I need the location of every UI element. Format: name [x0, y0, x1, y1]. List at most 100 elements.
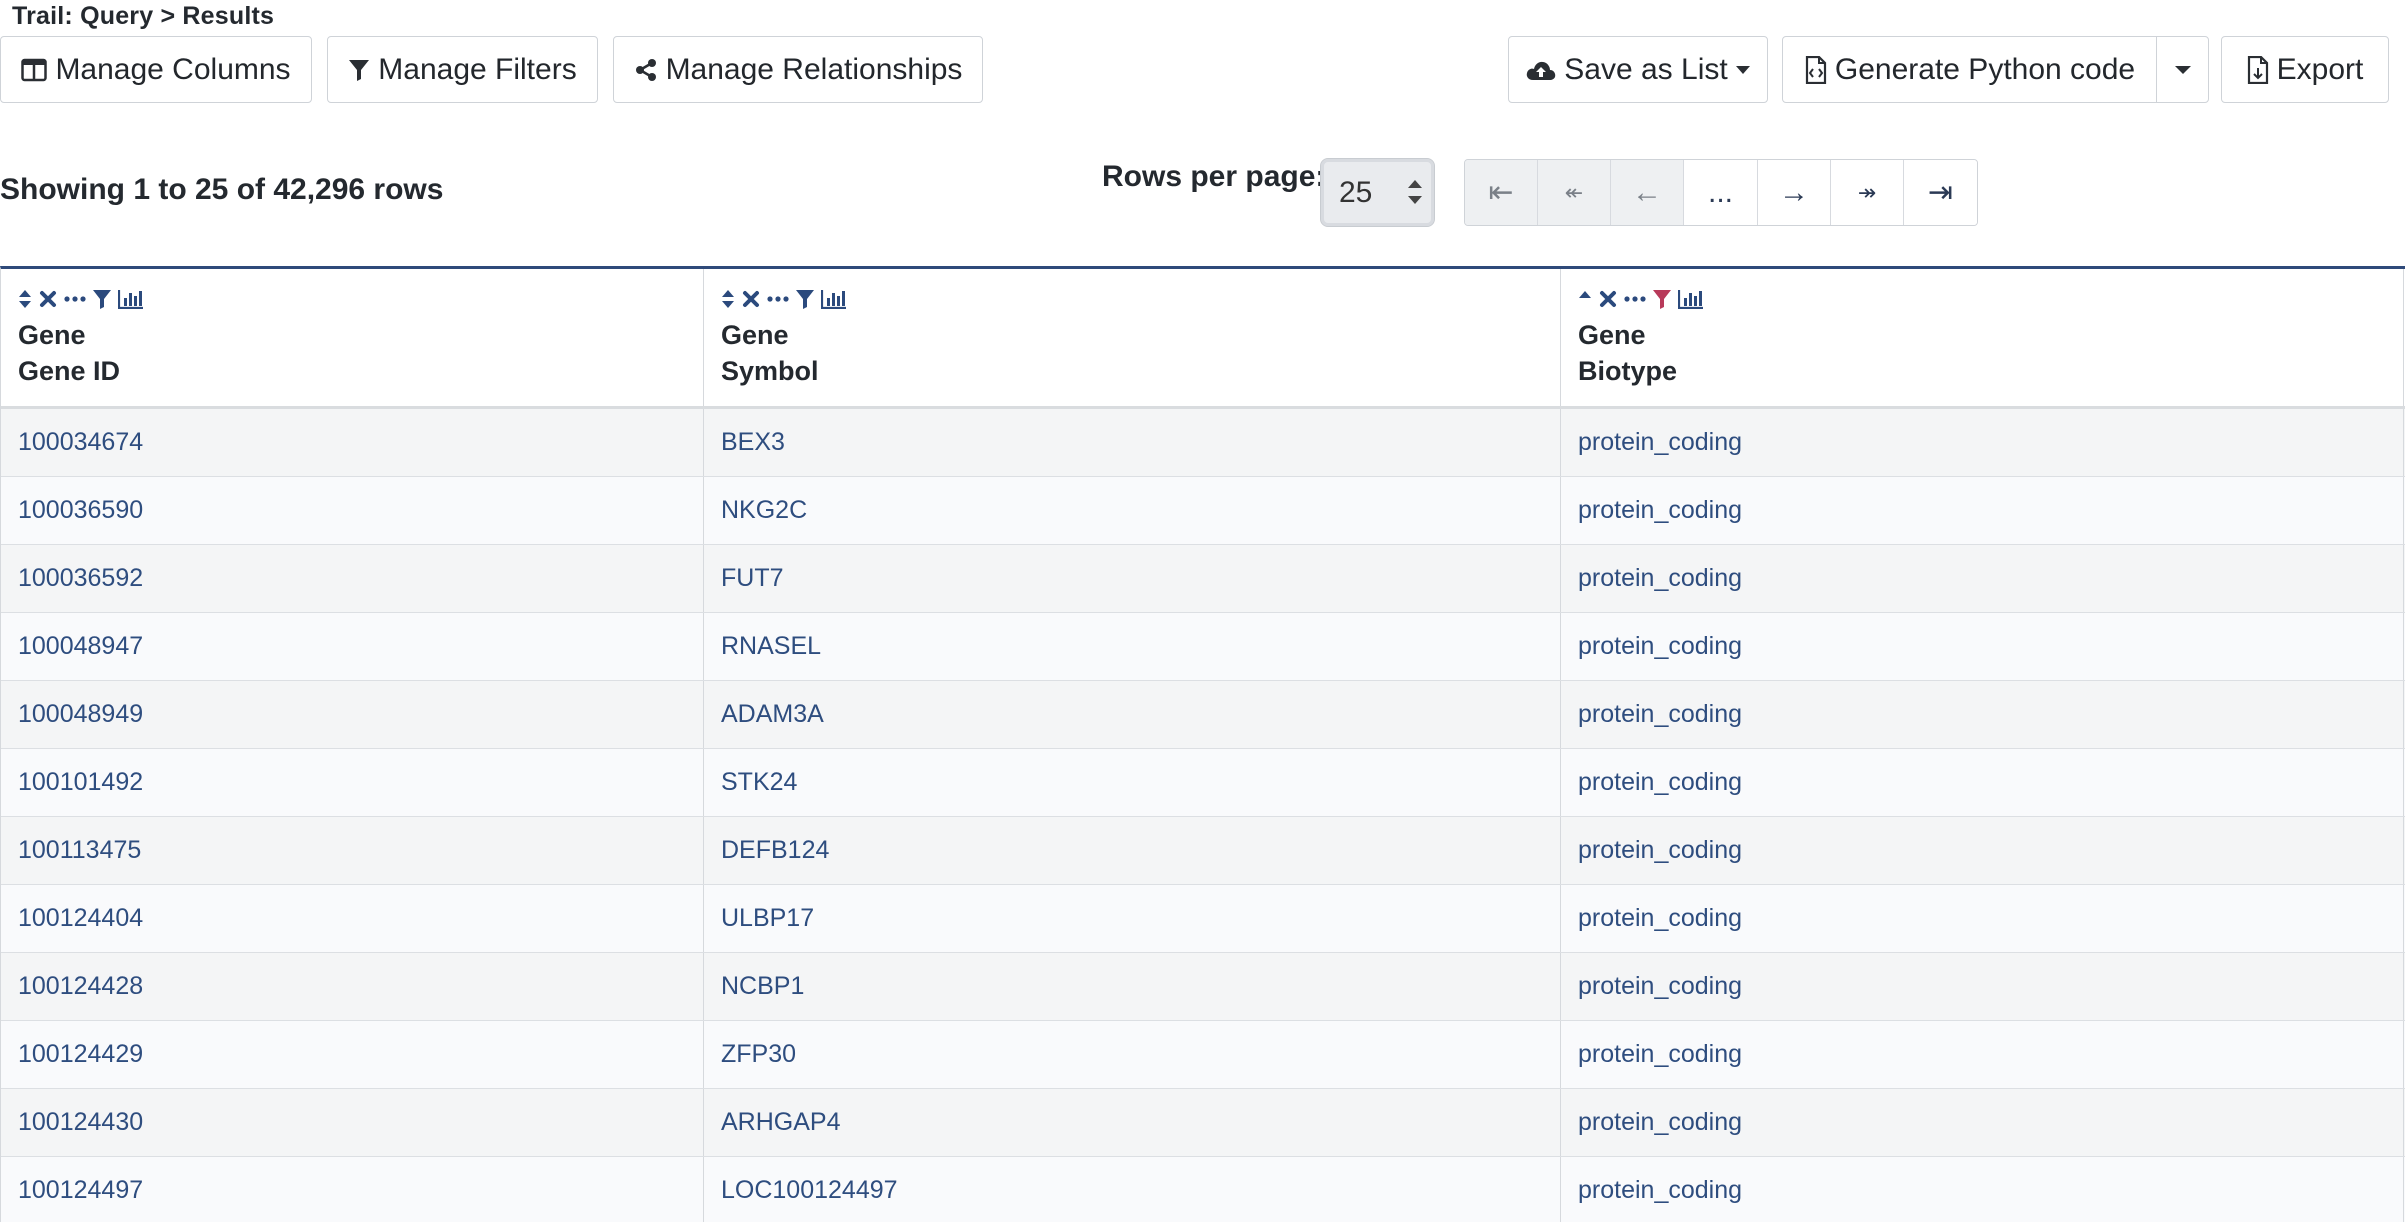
table-row: 100113475 DEFB124 protein_coding [1, 817, 2405, 885]
gene-symbol-cell[interactable]: ULBP17 [704, 885, 1561, 952]
sort-icon[interactable] [721, 288, 735, 310]
gene-id-cell[interactable]: 100036592 [1, 545, 704, 612]
gene-biotype-cell[interactable]: protein_coding [1561, 409, 2404, 476]
more-options-icon[interactable] [64, 295, 86, 303]
export-button[interactable]: Export [2221, 36, 2389, 103]
gene-biotype-cell[interactable]: protein_coding [1561, 613, 2404, 680]
sort-icon[interactable] [18, 288, 32, 310]
remove-column-icon[interactable] [742, 290, 760, 308]
file-code-icon [1805, 55, 1827, 84]
gene-id-cell[interactable]: 100124497 [1, 1157, 704, 1222]
generate-python-code-label: Generate Python code [1834, 52, 2136, 86]
more-options-icon[interactable] [767, 295, 789, 303]
gene-symbol-cell[interactable]: RNASEL [704, 613, 1561, 680]
gene-symbol-cell[interactable]: NCBP1 [704, 953, 1561, 1020]
gene-id-cell[interactable]: 100048949 [1, 681, 704, 748]
column-tools [1578, 287, 2403, 311]
active-filter-icon[interactable] [1653, 289, 1671, 309]
file-export-icon [2247, 55, 2269, 84]
select-arrows-icon [1408, 179, 1422, 205]
gene-symbol-cell[interactable]: ADAM3A [704, 681, 1561, 748]
column-filter-icon[interactable] [93, 289, 111, 309]
column-title: Gene Gene ID [18, 317, 703, 389]
column-title-line2: Symbol [721, 356, 819, 386]
column-title-line1: Gene [721, 320, 789, 350]
gene-symbol-cell[interactable]: NKG2C [704, 477, 1561, 544]
results-page: Trail: Query > Results Manage Columns Ma… [0, 0, 2405, 1222]
gene-symbol-cell[interactable]: STK24 [704, 749, 1561, 816]
gene-biotype-cell[interactable]: protein_coding [1561, 1157, 2404, 1222]
gene-biotype-cell[interactable]: protein_coding [1561, 817, 2404, 884]
share-icon [634, 58, 658, 82]
column-tools [721, 287, 1560, 311]
column-header-gene-symbol: Gene Symbol [704, 269, 1561, 406]
table-header: Gene Gene ID Gene Symbol Gene Biotype [1, 269, 2405, 409]
gene-symbol-cell[interactable]: ARHGAP4 [704, 1089, 1561, 1156]
gene-id-cell[interactable]: 100124428 [1, 953, 704, 1020]
first-page-button[interactable]: ⇤ [1465, 160, 1538, 225]
manage-columns-button[interactable]: Manage Columns [0, 36, 312, 103]
gene-biotype-cell[interactable]: protein_coding [1561, 1021, 2404, 1088]
column-filter-icon[interactable] [796, 289, 814, 309]
generate-python-code-button[interactable]: Generate Python code [1782, 36, 2158, 103]
columns-icon [21, 58, 48, 82]
gene-id-cell[interactable]: 100124430 [1, 1089, 704, 1156]
breadcrumb: Trail: Query > Results [12, 2, 275, 30]
gene-id-cell[interactable]: 100101492 [1, 749, 704, 816]
column-summary-chart-icon[interactable] [1678, 289, 1704, 309]
table-row: 100124429 ZFP30 protein_coding [1, 1021, 2405, 1089]
rows-per-page-label: Rows per page: [1102, 160, 1326, 193]
row-count-summary: Showing 1 to 25 of 42,296 rows [0, 173, 444, 206]
gene-biotype-cell[interactable]: protein_coding [1561, 545, 2404, 612]
gene-symbol-cell[interactable]: BEX3 [704, 409, 1561, 476]
column-summary-chart-icon[interactable] [118, 289, 144, 309]
previous-page-button[interactable]: ← [1611, 160, 1684, 225]
gene-id-cell[interactable]: 100036590 [1, 477, 704, 544]
rows-per-page-select[interactable]: 25 [1320, 158, 1435, 227]
rows-per-page-value: 25 [1339, 175, 1373, 209]
results-table: Gene Gene ID Gene Symbol Gene Biotype 10… [0, 266, 2405, 1222]
column-header-gene-biotype: Gene Biotype [1561, 269, 2404, 406]
manage-filters-button[interactable]: Manage Filters [327, 36, 598, 103]
remove-column-icon[interactable] [39, 290, 57, 308]
gene-id-cell[interactable]: 100113475 [1, 817, 704, 884]
pagination-ellipsis[interactable]: ... [1684, 160, 1758, 225]
gene-symbol-cell[interactable]: ZFP30 [704, 1021, 1561, 1088]
column-summary-chart-icon[interactable] [821, 289, 847, 309]
save-as-list-button[interactable]: Save as List [1508, 36, 1768, 103]
back-many-pages-button[interactable]: ↞ [1538, 160, 1611, 225]
table-body: 100034674 BEX3 protein_coding 100036590 … [1, 409, 2405, 1222]
caret-down-icon [2174, 65, 2191, 75]
table-row: 100036592 FUT7 protein_coding [1, 545, 2405, 613]
caret-down-icon [1735, 65, 1750, 75]
table-row: 100124428 NCBP1 protein_coding [1, 953, 2405, 1021]
gene-symbol-cell[interactable]: DEFB124 [704, 817, 1561, 884]
gene-biotype-cell[interactable]: protein_coding [1561, 681, 2404, 748]
table-row: 100124430 ARHGAP4 protein_coding [1, 1089, 2405, 1157]
remove-column-icon[interactable] [1599, 290, 1617, 308]
gene-biotype-cell[interactable]: protein_coding [1561, 749, 2404, 816]
gene-id-cell[interactable]: 100034674 [1, 409, 704, 476]
gene-biotype-cell[interactable]: protein_coding [1561, 477, 2404, 544]
gene-biotype-cell[interactable]: protein_coding [1561, 953, 2404, 1020]
sort-ascending-icon[interactable] [1578, 288, 1592, 310]
gene-id-cell[interactable]: 100124404 [1, 885, 704, 952]
last-page-button[interactable]: ⇥ [1904, 160, 1977, 225]
gene-symbol-cell[interactable]: LOC100124497 [704, 1157, 1561, 1222]
gene-symbol-cell[interactable]: FUT7 [704, 545, 1561, 612]
next-page-button[interactable]: → [1758, 160, 1831, 225]
gene-biotype-cell[interactable]: protein_coding [1561, 1089, 2404, 1156]
manage-filters-label: Manage Filters [378, 52, 577, 86]
export-label: Export [2276, 52, 2364, 86]
table-row: 100124404 ULBP17 protein_coding [1, 885, 2405, 953]
column-title-line1: Gene [1578, 320, 1646, 350]
pagination: ⇤ ↞ ← ... → ↠ ⇥ [1464, 159, 1978, 226]
generate-python-dropdown-toggle[interactable] [2156, 36, 2209, 103]
gene-id-cell[interactable]: 100048947 [1, 613, 704, 680]
gene-biotype-cell[interactable]: protein_coding [1561, 885, 2404, 952]
manage-relationships-label: Manage Relationships [665, 52, 963, 86]
more-options-icon[interactable] [1624, 295, 1646, 303]
manage-relationships-button[interactable]: Manage Relationships [613, 36, 983, 103]
gene-id-cell[interactable]: 100124429 [1, 1021, 704, 1088]
forward-many-pages-button[interactable]: ↠ [1831, 160, 1904, 225]
